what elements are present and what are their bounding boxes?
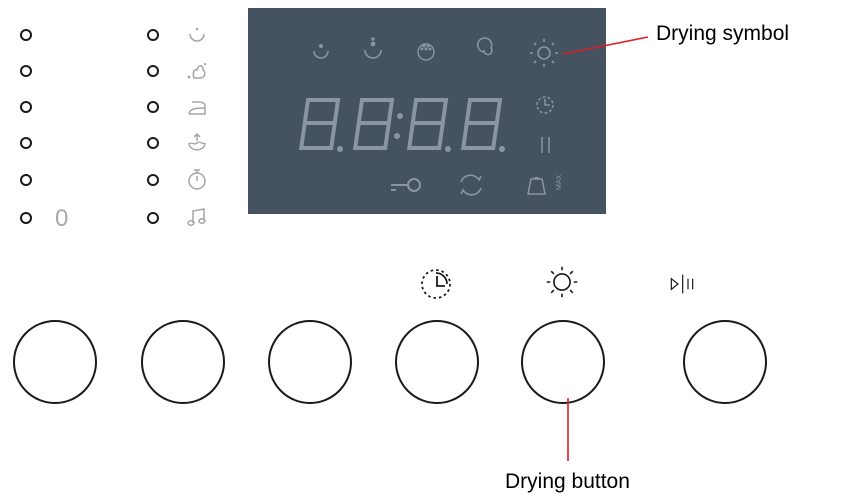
drying-symbol-label: Drying symbol bbox=[656, 22, 790, 45]
drying-symbol-leader bbox=[562, 36, 649, 461]
drying-button-label: Drying button bbox=[505, 470, 630, 493]
